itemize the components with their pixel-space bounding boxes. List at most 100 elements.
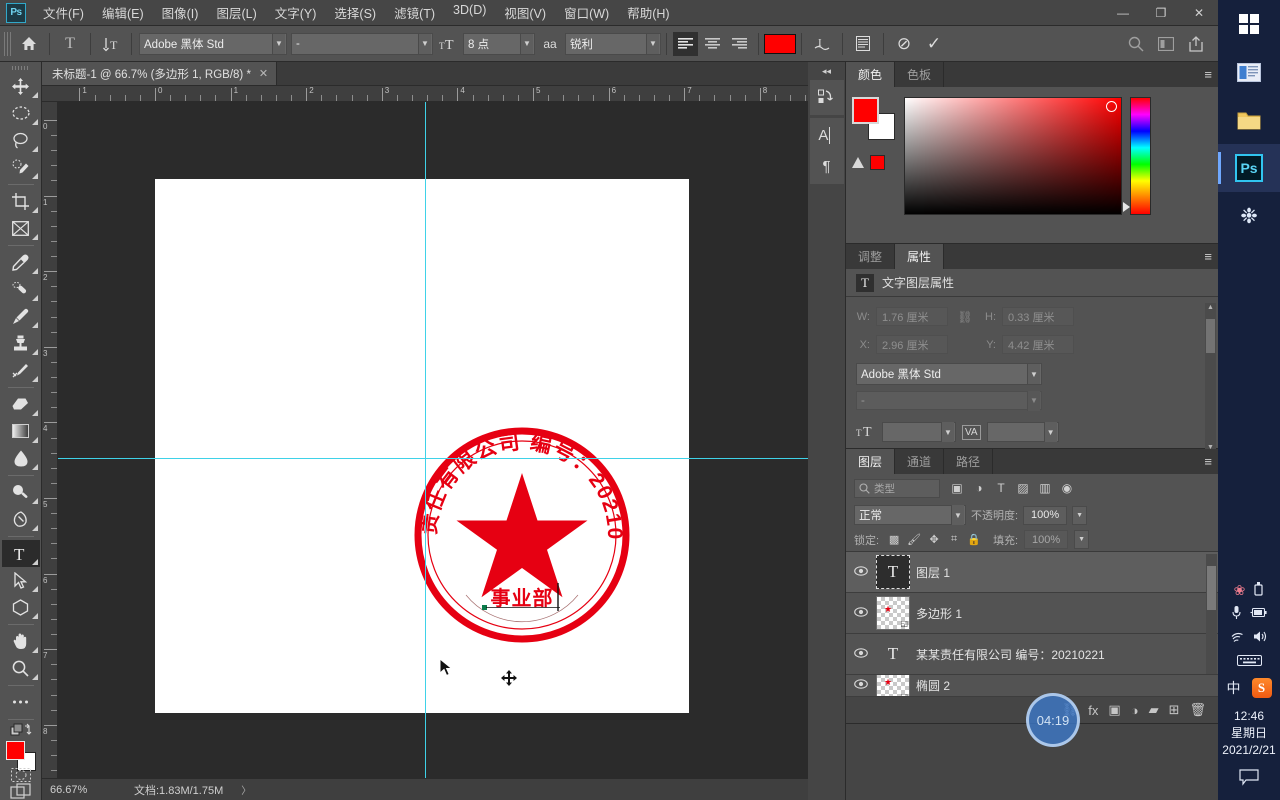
close-button[interactable]: ✕ [1180,0,1218,26]
layer-visibility-icon[interactable] [852,565,870,579]
usb-tray-icon[interactable] [1253,581,1264,599]
y-field[interactable]: 4.42 厘米 [1002,335,1074,354]
quick-selection-tool[interactable] [2,154,40,181]
frame-tool[interactable] [2,215,40,242]
blend-mode-select[interactable]: 正常 ▼ [854,505,966,525]
gradient-tool[interactable] [2,418,40,445]
text-orientation-icon[interactable]: T [97,31,125,57]
search-icon[interactable] [1122,31,1150,57]
link-dimensions-icon[interactable]: ⛓ [954,310,976,324]
layer-mask-icon[interactable]: ▣ [1108,702,1120,718]
dodge-tool[interactable] [2,479,40,506]
eraser-tool[interactable] [2,391,40,418]
start-button[interactable] [1218,0,1280,48]
menu-item-6[interactable]: 滤镜(T) [385,0,444,26]
layer-row[interactable]: ★ ◱ 多边形 1 [846,593,1218,634]
menu-item-9[interactable]: 窗口(W) [555,0,618,26]
character-panel-icon[interactable] [849,31,877,57]
document-canvas[interactable]: 某某责任有限公司 编号：20210221 事业部 [155,179,689,713]
share-icon[interactable] [1182,31,1210,57]
properties-size-field[interactable]: ▼ [882,422,956,442]
lock-image-icon[interactable]: 🖌 [905,531,923,549]
font-style-select[interactable]: - ▼ [291,32,433,55]
lock-artboard-icon[interactable]: ⌗ [945,531,963,549]
color-picker-handle[interactable] [1106,101,1117,112]
wifi-tray-icon[interactable] [1231,631,1245,646]
anti-alias-select[interactable]: 锐利 ▼ [565,32,661,55]
align-right-button[interactable] [727,32,752,56]
task-view-button[interactable] [1218,48,1280,96]
layer-visibility-icon[interactable] [852,606,870,620]
properties-scrollbar[interactable]: ▲ ▼ [1205,303,1216,453]
chevron-down-icon[interactable]: ▼ [520,33,533,54]
more-tools[interactable] [2,689,40,716]
chevron-down-icon[interactable]: ▼ [1027,390,1040,411]
app-taskbar-button[interactable]: ❉ [1218,192,1280,240]
delete-layer-icon[interactable]: 🗑 [1189,702,1206,718]
menu-item-3[interactable]: 图层(L) [207,0,265,26]
filter-toggle-icon[interactable]: ◉ [1056,478,1078,498]
chevron-down-icon[interactable]: ▼ [1043,422,1057,442]
menu-item-0[interactable]: 文件(F) [34,0,93,26]
brush-tool[interactable] [2,303,40,330]
arrange-documents-icon[interactable] [1152,31,1180,57]
new-group-icon[interactable]: ▰ [1149,702,1159,718]
path-selection-tool[interactable] [2,567,40,594]
hue-slider[interactable] [1123,97,1151,215]
chevron-down-icon[interactable]: ▼ [941,422,954,442]
history-icon[interactable] [809,82,844,112]
foreground-color-swatch[interactable] [5,741,25,761]
layer-row[interactable]: T 图层 1 [846,552,1218,593]
vertical-ruler[interactable]: 0 1 2 3 4 5 6 7 8 [42,102,58,778]
menu-item-10[interactable]: 帮助(H) [618,0,678,26]
history-brush-tool[interactable] [2,357,40,384]
chevron-down-icon[interactable]: ▼ [1027,364,1040,384]
width-field[interactable]: 1.76 厘米 [876,307,948,326]
new-layer-icon[interactable]: ⊞ [1169,702,1180,718]
gamut-warning[interactable] [852,155,896,170]
color-field[interactable] [904,97,1122,215]
scroll-up-icon[interactable]: ▲ [1206,303,1215,313]
lock-position-icon[interactable]: ✥ [925,531,943,549]
font-size-select[interactable]: 8 点 ▼ [463,32,535,55]
chevron-down-icon[interactable]: ▼ [272,33,285,54]
move-tool[interactable] [2,73,40,100]
lock-transparent-icon[interactable]: ▩ [885,531,903,549]
layer-thumbnail[interactable]: T [876,555,910,589]
photoshop-taskbar-button[interactable]: Ps [1218,144,1280,192]
layers-scrollbar[interactable] [1206,554,1217,674]
close-icon[interactable]: ✕ [259,67,268,80]
color-panel-menu-icon[interactable]: ≡ [1204,62,1212,87]
keyboard-tray-icon[interactable] [1236,654,1262,670]
properties-font-family-select[interactable]: Adobe 黑体 Std ▼ [856,363,1042,385]
eyedropper-tool[interactable] [2,249,40,276]
volume-tray-icon[interactable] [1253,630,1268,646]
filter-type-icon[interactable]: T [990,478,1012,498]
align-left-button[interactable] [673,31,698,56]
height-field[interactable]: 0.33 厘米 [1002,307,1074,326]
layers-scroll-thumb[interactable] [1207,566,1216,610]
fill-chevron-down-icon[interactable]: ▼ [1074,530,1090,549]
hand-tool[interactable] [2,628,40,655]
text-color-swatch[interactable] [764,33,796,54]
font-family-select[interactable]: Adobe 黑体 Std ▼ [139,32,287,55]
lasso-tool[interactable] [2,127,40,154]
chevron-down-icon[interactable]: ▼ [418,33,431,54]
healing-brush-tool[interactable] [2,276,40,303]
chevron-down-icon[interactable]: ▼ [646,33,659,54]
options-bar-grip[interactable] [4,31,11,56]
menu-item-2[interactable]: 图像(I) [153,0,208,26]
color-swatches[interactable] [4,741,38,772]
tab-color[interactable]: 颜色 [846,62,896,87]
gamut-warning-swatch[interactable] [870,155,885,170]
properties-panel-menu-icon[interactable]: ≡ [1204,244,1212,269]
layer-visibility-icon[interactable] [852,647,870,661]
foreground-swatch[interactable] [852,97,879,124]
lock-all-icon[interactable]: 🔒 [965,531,983,549]
swap-colors-icon[interactable] [2,722,40,739]
guide-horizontal[interactable] [58,458,808,459]
opacity-chevron-down-icon[interactable]: ▼ [1072,505,1088,525]
flower-tray-icon[interactable]: ❀ [1234,582,1246,599]
battery-tray-icon[interactable] [1250,607,1267,621]
layer-row[interactable]: ★ ◱ 椭圆 2 [846,675,1218,697]
